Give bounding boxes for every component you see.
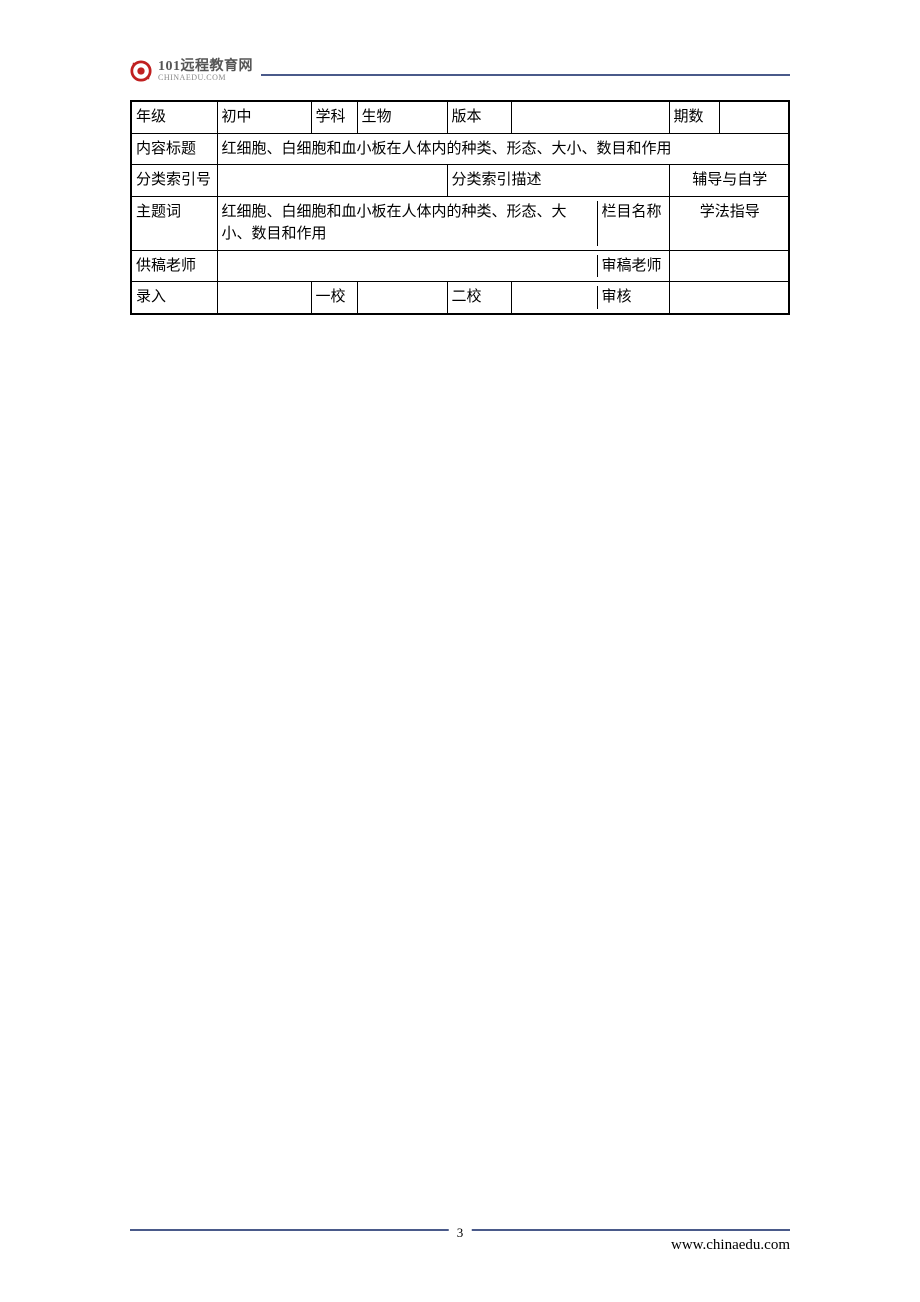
author-value xyxy=(222,255,597,278)
proof1-value xyxy=(357,282,447,314)
table-row: 分类索引号 分类索引描述 辅导与自学 xyxy=(131,165,789,197)
table-row: 年级 初中 学科 生物 版本 期数 xyxy=(131,101,789,133)
content-title-value: 红细胞、白细胞和血小板在人体内的种类、形态、大小、数目和作用 xyxy=(217,133,789,165)
index-desc-label: 分类索引描述 xyxy=(447,165,669,197)
keyword-value: 红细胞、白细胞和血小板在人体内的种类、形态、大小、数目和作用 xyxy=(222,201,597,246)
entry-value xyxy=(217,282,311,314)
logo: 101远程教育网 CHINAEDU.COM xyxy=(130,60,253,82)
reviewer-label: 审稿老师 xyxy=(597,255,669,278)
table-row: 主题词 红细胞、白细胞和血小板在人体内的种类、形态、大小、数目和作用 栏目名称 … xyxy=(131,196,789,250)
table-row: 录入 一校 二校 审核 xyxy=(131,282,789,314)
logo-subtitle: CHINAEDU.COM xyxy=(158,74,253,82)
footer-url: www.chinaedu.com xyxy=(671,1237,790,1254)
logo-icon xyxy=(130,60,152,82)
keyword-label: 主题词 xyxy=(131,196,217,250)
table-row: 内容标题 红细胞、白细胞和血小板在人体内的种类、形态、大小、数目和作用 xyxy=(131,133,789,165)
page-header: 101远程教育网 CHINAEDU.COM xyxy=(130,60,790,82)
table-row: 供稿老师 审稿老师 xyxy=(131,250,789,282)
version-label: 版本 xyxy=(447,101,511,133)
index-no-label: 分类索引号 xyxy=(131,165,217,197)
index-desc-value: 辅导与自学 xyxy=(669,165,789,197)
issue-label: 期数 xyxy=(669,101,719,133)
entry-label: 录入 xyxy=(131,282,217,314)
author-reviewer-cell: 审稿老师 xyxy=(217,250,669,282)
index-no-value xyxy=(217,165,447,197)
metadata-table: 年级 初中 学科 生物 版本 期数 内容标题 红细胞、白细胞和血小板在人体内的种… xyxy=(130,100,790,315)
author-label: 供稿老师 xyxy=(131,250,217,282)
grade-label: 年级 xyxy=(131,101,217,133)
header-divider xyxy=(261,74,790,76)
subject-value: 生物 xyxy=(357,101,447,133)
content-title-label: 内容标题 xyxy=(131,133,217,165)
keyword-column-cell: 红细胞、白细胞和血小板在人体内的种类、形态、大小、数目和作用 栏目名称 xyxy=(217,196,669,250)
grade-value: 初中 xyxy=(217,101,311,133)
proof2-label: 二校 xyxy=(447,282,511,314)
column-name-label: 栏目名称 xyxy=(597,201,669,246)
subject-label: 学科 xyxy=(311,101,357,133)
logo-title: 101远程教育网 xyxy=(158,60,253,74)
column-name-value: 学法指导 xyxy=(669,196,789,250)
proof1-label: 一校 xyxy=(311,282,357,314)
issue-value xyxy=(719,101,789,133)
audit-label: 审核 xyxy=(597,286,669,309)
page-number: 3 xyxy=(449,1225,472,1241)
proof2-audit-cell: 审核 xyxy=(511,282,669,314)
page-footer: 3 www.chinaedu.com xyxy=(130,1229,790,1254)
audit-value xyxy=(669,282,789,314)
reviewer-value xyxy=(669,250,789,282)
version-value xyxy=(511,101,669,133)
proof2-value xyxy=(516,286,597,309)
